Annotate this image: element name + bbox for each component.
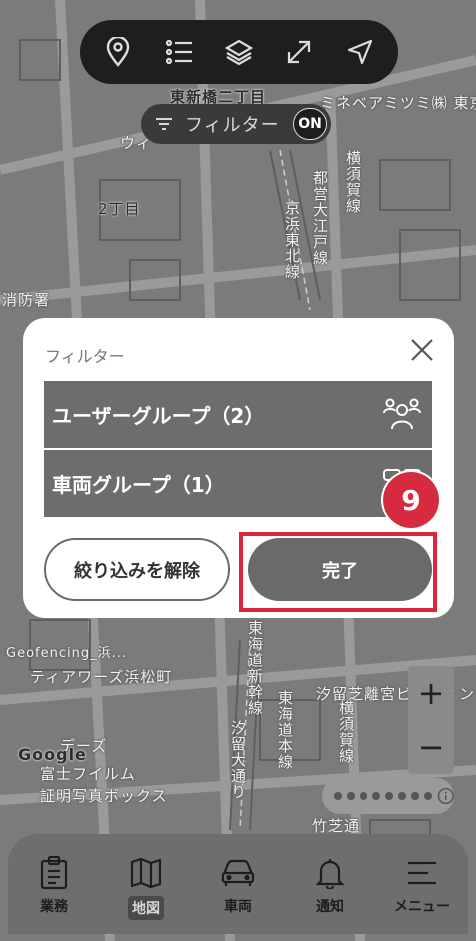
map-label: 都営大江戸線 [311, 170, 329, 266]
info-icon[interactable] [437, 787, 455, 805]
nav-item-menu[interactable]: メニュー [382, 854, 462, 916]
nav-label: 地図 [128, 896, 164, 920]
zoom-in-button[interactable]: + [408, 666, 454, 720]
zoom-control: + − [408, 666, 454, 774]
map-toolbar [80, 20, 398, 84]
map-label: ティアワーズ浜松町 [30, 668, 173, 686]
nav-label: 通知 [316, 899, 344, 915]
map-label: 消防署 [2, 291, 51, 309]
nav-label: 車両 [224, 899, 252, 915]
map-label: 汐留大通り [229, 720, 247, 800]
dialog-title: フィルター [45, 347, 125, 366]
map-label: 横須賀線 [337, 700, 355, 764]
nav-label: メニュー [394, 899, 450, 915]
group-label: 車両グループ（1） [52, 473, 225, 497]
step-highlight-frame [239, 532, 437, 612]
bottom-navigation: 業務 地図 車両 通知 メニュー [8, 834, 468, 934]
map-label: 証明写真ボックス [40, 787, 168, 805]
page-indicator[interactable] [322, 778, 454, 814]
map-label: 京浜東北線 [283, 200, 301, 280]
map-icon [130, 854, 162, 892]
map-label: 東海道本線 [276, 690, 294, 770]
map-label: 竹芝通 [312, 817, 361, 835]
nav-item-vehicles[interactable]: 車両 [198, 854, 278, 916]
list-icon[interactable] [157, 30, 201, 74]
filter-icon [156, 118, 172, 130]
user-group-icon [383, 398, 421, 430]
map-label: ミネベアミツミ㈱ 東京 [320, 94, 476, 112]
car-icon [221, 854, 255, 892]
nav-item-tasks[interactable]: 業務 [14, 854, 94, 916]
filter-group-users[interactable]: ユーザーグループ（2） [44, 381, 432, 448]
expand-icon[interactable] [277, 30, 321, 74]
clear-filter-button[interactable]: 絞り込みを解除 [44, 538, 230, 601]
map-label: 2丁目 [98, 200, 141, 218]
map-label: 東海道新幹線 [246, 620, 264, 716]
nav-item-notifications[interactable]: 通知 [290, 854, 370, 916]
zoom-out-button[interactable]: − [408, 720, 454, 774]
map-label: Geofencing_浜... [6, 646, 127, 661]
map-label: 横須賀線 [344, 150, 362, 214]
filter-label: フィルター [185, 115, 280, 136]
google-logo: Google [18, 745, 87, 764]
menu-icon [406, 854, 438, 892]
filter-group-vehicles[interactable]: 車両グループ（1） [44, 450, 432, 517]
group-label: ユーザーグループ（2） [52, 404, 265, 428]
nav-item-map[interactable]: 地図 [106, 854, 186, 920]
clipboard-icon [40, 854, 68, 892]
bell-icon [316, 854, 344, 892]
nav-label: 業務 [40, 899, 68, 915]
filter-state-badge: ON [293, 108, 327, 140]
step-number-badge: 9 [383, 472, 439, 528]
map-label: 富士フイルム [40, 765, 136, 783]
close-icon[interactable] [406, 334, 438, 366]
location-pin-icon[interactable] [96, 30, 140, 74]
navigate-arrow-icon[interactable] [338, 30, 382, 74]
layers-icon[interactable] [217, 30, 261, 74]
filter-toggle[interactable]: フィルター ON [141, 104, 331, 144]
